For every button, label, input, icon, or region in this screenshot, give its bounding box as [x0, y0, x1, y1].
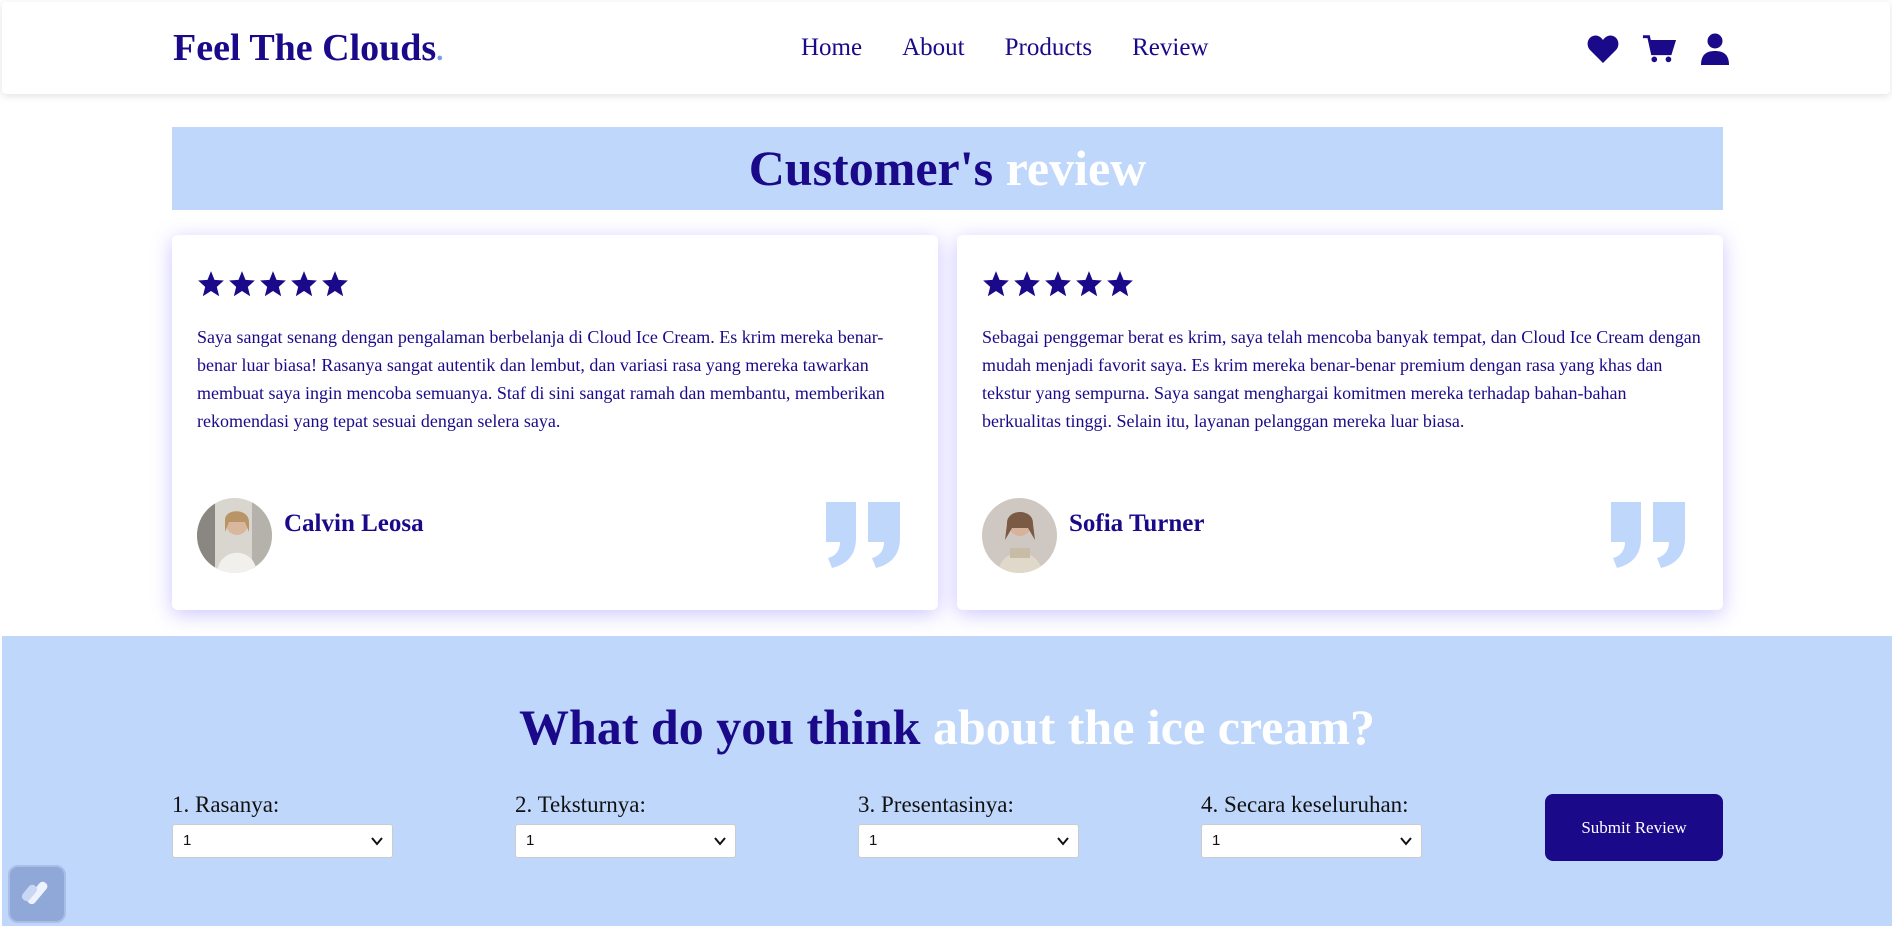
brand-name: Feel The Clouds — [173, 27, 437, 69]
select-value: 1 — [526, 832, 535, 849]
rating-stars — [197, 270, 349, 298]
star-icon — [1076, 271, 1102, 297]
review-title-bar: Customer's review — [172, 127, 1723, 210]
feedback-title: What do you think about the ice cream? — [2, 698, 1892, 756]
review-card: Saya sangat senang dengan pengalaman ber… — [172, 235, 938, 610]
pencil-icon — [21, 881, 48, 905]
nav-review[interactable]: Review — [1132, 34, 1208, 62]
review-title-light: review — [1005, 140, 1147, 196]
avatar — [982, 498, 1057, 573]
feedback-title-light: about the ice cream? — [933, 699, 1376, 755]
star-icon — [291, 271, 317, 297]
star-icon — [983, 271, 1009, 297]
avatar — [197, 498, 272, 573]
select-value: 1 — [183, 832, 192, 849]
quote-icon — [826, 502, 900, 568]
select-value: 1 — [1212, 832, 1221, 849]
brand-dot: . — [436, 36, 444, 67]
floating-tool-button[interactable] — [8, 865, 66, 923]
navbar: Feel The Clouds. Home About Products Rev… — [2, 2, 1890, 94]
nav-products[interactable]: Products — [1005, 34, 1093, 62]
star-icon — [198, 271, 224, 297]
reviewer-name: Sofia Turner — [1069, 510, 1205, 537]
nav-icons — [1586, 32, 1732, 66]
review-text: Saya sangat senang dengan pengalaman ber… — [197, 327, 885, 431]
field-label: 1. Rasanya: — [172, 792, 280, 817]
star-icon — [229, 271, 255, 297]
cart-icon[interactable] — [1642, 32, 1676, 66]
field-keseluruhan: 4. Secara keseluruhan: 1 — [1201, 792, 1422, 858]
teksturnya-select[interactable]: 1 — [515, 824, 736, 858]
heart-icon[interactable] — [1586, 32, 1620, 66]
field-teksturnya: 2. Teksturnya: 1 — [515, 792, 736, 858]
review-text: Sebagai penggemar berat es krim, saya te… — [982, 327, 1701, 431]
feedback-title-dark: What do you think — [518, 699, 921, 755]
quote-icon — [1611, 502, 1685, 568]
chevron-down-icon — [371, 837, 383, 846]
keseluruhan-select[interactable]: 1 — [1201, 824, 1422, 858]
reviewer-name: Calvin Leosa — [284, 510, 424, 537]
rasanya-select[interactable]: 1 — [172, 824, 393, 858]
nav-home[interactable]: Home — [801, 34, 862, 62]
field-presentasinya: 3. Presentasinya: 1 — [858, 792, 1079, 858]
brand-logo[interactable]: Feel The Clouds. — [173, 26, 443, 70]
submit-review-button[interactable]: Submit Review — [1545, 794, 1723, 861]
rating-stars — [982, 270, 1134, 298]
field-label: 4. Secara keseluruhan: — [1201, 792, 1409, 817]
chevron-down-icon — [1400, 837, 1412, 846]
review-title-dark: Customer's — [748, 140, 994, 196]
review-title: Customer's review — [172, 127, 1723, 210]
field-label: 2. Teksturnya: — [515, 792, 646, 817]
nav-about[interactable]: About — [902, 34, 965, 62]
field-rasanya: 1. Rasanya: 1 — [172, 792, 393, 858]
feedback-section: What do you think about the ice cream? 1… — [2, 636, 1892, 926]
star-icon — [322, 271, 348, 297]
review-card: Sebagai penggemar berat es krim, saya te… — [957, 235, 1723, 610]
star-icon — [260, 271, 286, 297]
select-value: 1 — [869, 832, 878, 849]
user-icon[interactable] — [1698, 32, 1732, 66]
main-nav: Home About Products Review — [801, 34, 1208, 62]
presentasinya-select[interactable]: 1 — [858, 824, 1079, 858]
star-icon — [1107, 271, 1133, 297]
field-label: 3. Presentasinya: — [858, 792, 1014, 817]
chevron-down-icon — [1057, 837, 1069, 846]
chevron-down-icon — [714, 837, 726, 846]
star-icon — [1014, 271, 1040, 297]
star-icon — [1045, 271, 1071, 297]
